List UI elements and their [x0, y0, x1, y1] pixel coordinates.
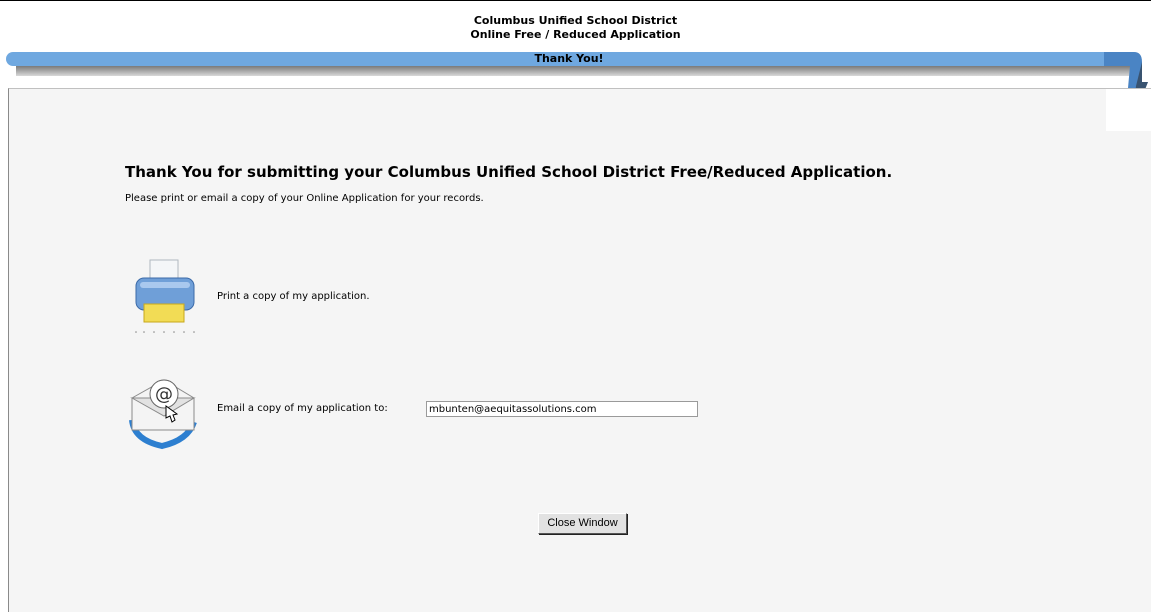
email-label: Email a copy of my application to: — [217, 403, 388, 414]
email-icon: @ — [129, 379, 197, 450]
svg-text:@: @ — [155, 384, 173, 405]
page-header: Columbus Unified School District Online … — [0, 14, 1151, 42]
panel-corner — [1106, 89, 1151, 131]
banner-title: Thank You! — [6, 52, 1132, 66]
page-title: Thank You for submitting your Columbus U… — [125, 163, 893, 181]
printer-icon[interactable] — [130, 256, 200, 336]
top-border — [0, 0, 1151, 1]
page-subtitle: Please print or email a copy of your Onl… — [125, 193, 484, 204]
print-application-link[interactable]: Print a copy of my application. — [217, 291, 370, 302]
application-name: Online Free / Reduced Application — [470, 28, 681, 41]
banner-shadow — [16, 66, 1130, 76]
email-input[interactable] — [426, 401, 698, 417]
district-name: Columbus Unified School District — [473, 14, 678, 27]
close-window-button[interactable]: Close Window — [538, 513, 627, 534]
